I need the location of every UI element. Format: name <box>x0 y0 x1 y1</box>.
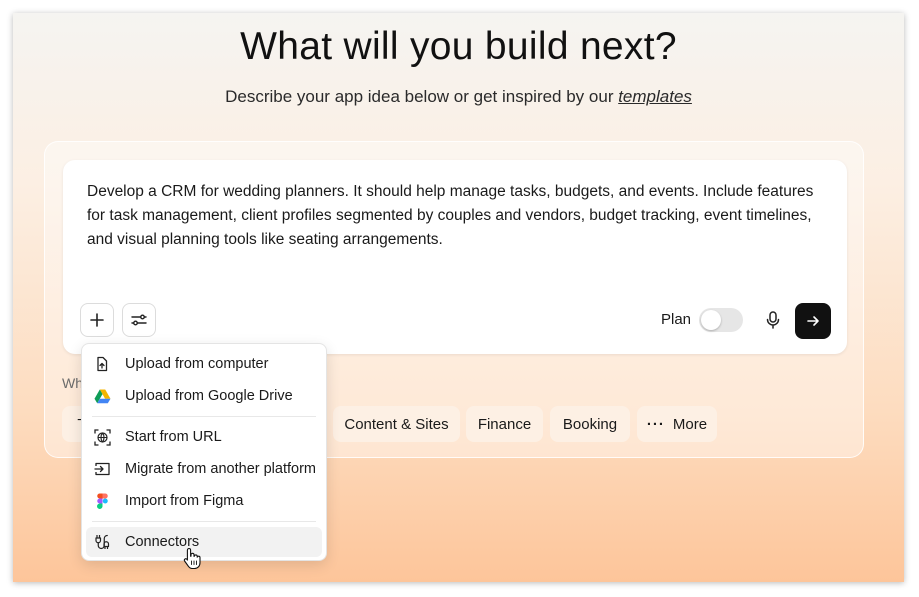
microphone-button[interactable] <box>763 309 783 331</box>
plus-icon <box>90 313 104 327</box>
menu-item-label: Start from URL <box>125 429 222 445</box>
add-button[interactable] <box>80 303 114 337</box>
menu-item-google-drive[interactable]: Upload from Google Drive <box>86 381 322 411</box>
suggestion-chip-booking[interactable]: Booking <box>550 406 630 442</box>
more-dots-icon: ··· <box>646 415 665 433</box>
sliders-icon <box>131 314 147 326</box>
toggle-knob <box>701 310 721 330</box>
menu-item-migrate[interactable]: Migrate from another platform <box>86 454 322 484</box>
menu-item-label: Import from Figma <box>125 493 244 509</box>
plan-label: Plan <box>661 311 692 328</box>
globe-icon <box>93 428 111 446</box>
suggestion-chip-content-sites[interactable]: Content & Sites <box>333 406 460 442</box>
menu-item-label: Migrate from another platform <box>125 461 316 477</box>
menu-item-start-url[interactable]: Start from URL <box>86 422 322 452</box>
subtitle-text: Describe your app idea below or get insp… <box>225 87 619 106</box>
page-subtitle: Describe your app idea below or get insp… <box>13 87 904 107</box>
suggestions-label: Wh <box>62 375 83 391</box>
menu-item-label: Upload from computer <box>125 356 269 372</box>
menu-item-figma[interactable]: Import from Figma <box>86 486 322 516</box>
hand-pointer-cursor-icon <box>183 547 201 569</box>
menu-item-label: Upload from Google Drive <box>125 388 293 404</box>
import-arrow-icon <box>93 460 111 478</box>
send-button[interactable] <box>795 303 831 339</box>
plan-toggle[interactable] <box>699 308 743 332</box>
prompt-card: Develop a CRM for wedding planners. It s… <box>63 160 847 354</box>
page-title: What will you build next? <box>240 25 677 68</box>
menu-item-upload-computer[interactable]: Upload from computer <box>86 349 322 379</box>
menu-item-connectors[interactable]: Connectors <box>86 527 322 557</box>
settings-button[interactable] <box>122 303 156 337</box>
google-drive-icon <box>93 387 111 405</box>
more-button[interactable]: ··· More <box>637 406 717 442</box>
connectors-icon <box>93 533 111 551</box>
templates-link[interactable]: templates <box>618 87 692 106</box>
suggestion-chip-finance[interactable]: Finance <box>466 406 543 442</box>
arrow-right-icon <box>807 316 819 326</box>
app-window: What will you build next? Describe your … <box>13 13 904 582</box>
menu-divider <box>92 521 316 522</box>
more-label: More <box>672 415 708 433</box>
figma-icon <box>93 492 111 510</box>
microphone-icon <box>766 311 780 329</box>
upload-file-icon <box>93 355 111 373</box>
menu-divider <box>92 416 316 417</box>
add-menu: Upload from computer Upload from Google … <box>81 343 327 561</box>
prompt-input[interactable]: Develop a CRM for wedding planners. It s… <box>87 180 827 252</box>
